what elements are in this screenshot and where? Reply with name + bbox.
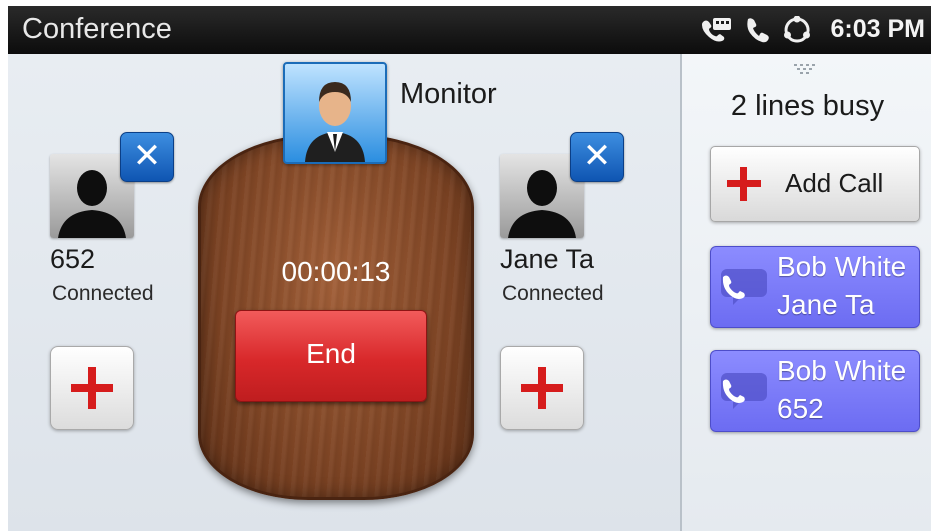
plus-icon [71, 367, 113, 409]
add-participant-button[interactable] [50, 346, 134, 430]
call-timer: 00:00:13 [281, 256, 391, 287]
remove-participant-button[interactable]: ✕ [570, 132, 624, 182]
monitor-label: Monitor [400, 78, 497, 110]
phone-icon [743, 16, 771, 49]
end-button[interactable]: End [235, 310, 427, 402]
line-button-2[interactable]: Bob White 652 [710, 350, 920, 432]
close-icon: ✕ [582, 137, 612, 175]
add-participant-button[interactable] [500, 346, 584, 430]
close-icon: ✕ [132, 137, 162, 175]
participant-status: Connected [52, 282, 154, 305]
app-title: Conference [22, 13, 172, 45]
remove-participant-button[interactable]: ✕ [120, 132, 174, 182]
phone-chat-icon [717, 371, 769, 418]
network-icon [783, 15, 811, 49]
participant-status: Connected [502, 282, 604, 305]
person-suit-avatar-icon [305, 82, 365, 162]
plus-icon [521, 367, 563, 409]
line-panel: 2 lines busy Add Call Bob White Jane Ta [680, 54, 931, 531]
plus-icon [727, 167, 761, 201]
conference-area: Monitor 00:00:13 End ✕ 652 Connected ✕ J… [8, 54, 680, 531]
phone-chat-icon [717, 267, 769, 314]
line-callee: Jane Ta [777, 289, 875, 320]
participant-name: 652 [50, 244, 96, 274]
add-call-button[interactable]: Add Call [710, 146, 920, 222]
line-caller: Bob White [777, 251, 907, 282]
screen: Conference 6:03 PM Monitor 00:00:13 End … [8, 6, 931, 531]
voicemail-phone-icon [699, 16, 733, 49]
monitor-avatar[interactable] [283, 62, 387, 164]
line-button-text: Bob White 652 [777, 352, 906, 428]
line-button-text: Bob White Jane Ta [777, 248, 906, 324]
panel-drag-handle[interactable] [792, 62, 820, 83]
status-bar: Conference 6:03 PM [8, 6, 931, 54]
line-caller: Bob White [777, 355, 907, 386]
add-call-label: Add Call [785, 168, 884, 198]
chevron-down-dots-icon [794, 64, 815, 74]
participant-name: Jane Ta [500, 244, 595, 274]
line-button-1[interactable]: Bob White Jane Ta [710, 246, 920, 328]
lines-busy-status: 2 lines busy [730, 90, 885, 122]
status-clock: 6:03 PM [830, 15, 925, 43]
line-callee: 652 [777, 393, 824, 424]
